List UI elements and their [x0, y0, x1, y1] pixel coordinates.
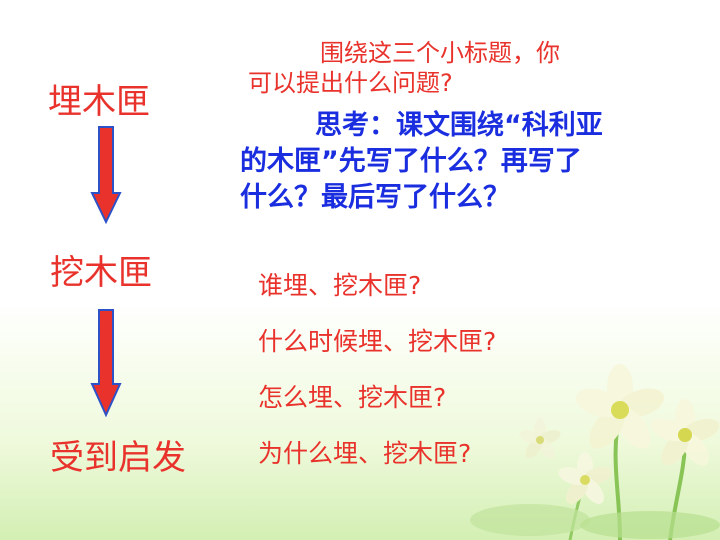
intro-line-1: 围绕这三个小标题，你	[320, 39, 560, 67]
think-line-2: 的木匣”先写了什么？再写了	[240, 146, 582, 177]
stage-bury-box: 埋木匣	[48, 82, 150, 122]
think-line-3: 什么？最后写了什么？	[240, 182, 510, 213]
slide: 埋木匣 挖木匣 受到启发 围绕这三个小标题，你 可以提出什么问题? 思考：课文围…	[0, 0, 720, 540]
stage-dig-box: 挖木匣	[50, 253, 152, 293]
stage-inspired: 受到启发	[50, 438, 186, 478]
question-why: 为什么埋、挖木匣?	[258, 439, 472, 468]
question-how: 怎么埋、挖木匣?	[258, 383, 447, 412]
question-who: 谁埋、挖木匣?	[258, 271, 422, 300]
intro-line-2: 可以提出什么问题?	[248, 69, 453, 97]
question-when: 什么时候埋、挖木匣?	[258, 327, 497, 356]
flower-icon	[470, 364, 720, 540]
arrow-down-icon	[90, 309, 122, 418]
think-line-1: 思考：课文围绕“科利亚	[315, 110, 603, 141]
arrow-down-icon	[90, 126, 122, 225]
